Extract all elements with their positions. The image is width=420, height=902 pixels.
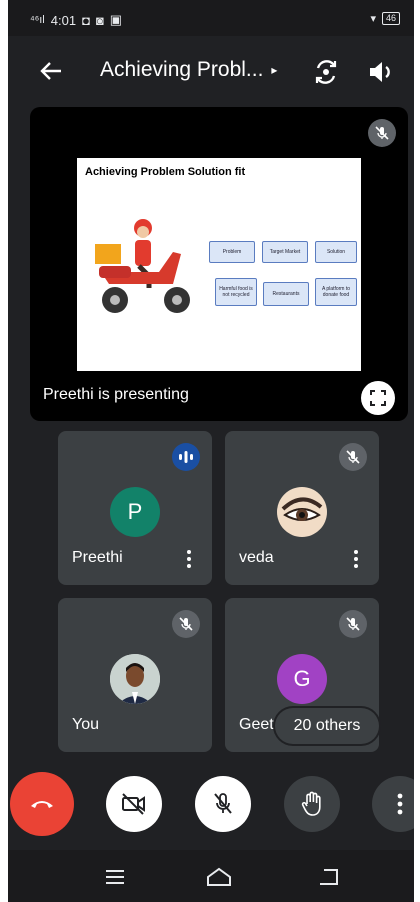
more-options-button[interactable] bbox=[372, 776, 414, 832]
status-bar: ⁴⁶ıl 4:01 ◘ ◙ ▣ ▾ 46 bbox=[8, 0, 414, 36]
shared-slide: Achieving Problem Solution fit Problem T… bbox=[77, 158, 361, 371]
arrow-back-icon bbox=[40, 62, 61, 80]
back-nav-button[interactable] bbox=[314, 864, 344, 890]
back-nav-icon bbox=[320, 869, 338, 885]
presenter-mic-off-badge bbox=[368, 119, 396, 147]
mic-off-icon bbox=[375, 126, 389, 140]
delivery-scooter-image bbox=[95, 219, 190, 313]
end-call-button[interactable] bbox=[10, 772, 74, 836]
audio-output-button[interactable] bbox=[364, 56, 396, 88]
end-call-icon bbox=[31, 801, 53, 808]
whatsapp-icon: ◙ bbox=[95, 12, 104, 28]
back-button[interactable] bbox=[36, 56, 66, 86]
more-options-button[interactable] bbox=[182, 547, 196, 571]
fullscreen-button[interactable] bbox=[361, 381, 395, 415]
cast-icon: ◘ bbox=[82, 12, 90, 28]
avatar: P bbox=[110, 487, 160, 537]
phone-screen: ⁴⁶ıl 4:01 ◘ ◙ ▣ ▾ 46 Achieving Probl... … bbox=[8, 0, 414, 902]
meeting-title-button[interactable]: Achieving Probl... ▸ bbox=[100, 58, 277, 82]
signal-indicator: ⁴⁶ıl bbox=[30, 14, 45, 26]
speaking-indicator bbox=[172, 443, 200, 471]
participant-tile-preethi[interactable]: P Preethi bbox=[58, 431, 212, 585]
slide-box-target-market: Target Market bbox=[262, 241, 308, 263]
mic-off-badge bbox=[339, 443, 367, 471]
caret-right-icon: ▸ bbox=[271, 63, 278, 77]
wifi-icon: ▾ bbox=[370, 13, 376, 25]
more-vert-icon bbox=[397, 793, 403, 815]
meeting-title: Achieving Probl... bbox=[100, 58, 264, 81]
participant-name: Geet bbox=[239, 716, 274, 733]
presentation-tile[interactable]: Achieving Problem Solution fit Problem T… bbox=[30, 107, 408, 421]
slide-box-market-detail: Restaurants bbox=[263, 282, 309, 306]
fullscreen-icon bbox=[370, 390, 386, 406]
presenting-label: Preethi is presenting bbox=[43, 386, 189, 403]
mic-off-icon bbox=[179, 617, 193, 631]
person-photo bbox=[110, 654, 160, 704]
home-button[interactable] bbox=[204, 864, 234, 890]
raise-hand-button[interactable] bbox=[284, 776, 340, 832]
notification-icon: ▣ bbox=[109, 12, 123, 27]
camera-toggle-button[interactable] bbox=[106, 776, 162, 832]
participant-tile-veda[interactable]: veda bbox=[225, 431, 379, 585]
mic-off-icon bbox=[214, 793, 232, 814]
call-controls bbox=[8, 770, 414, 836]
others-count-button[interactable]: 20 others bbox=[275, 708, 379, 744]
mic-off-icon bbox=[346, 450, 360, 464]
participant-name: veda bbox=[239, 549, 274, 566]
home-icon bbox=[207, 867, 231, 886]
menu-icon bbox=[106, 870, 124, 884]
hand-icon bbox=[301, 791, 321, 816]
avatar bbox=[277, 487, 327, 537]
switch-camera-icon bbox=[315, 60, 337, 84]
status-time: 4:01 bbox=[50, 12, 77, 28]
participant-name: You bbox=[72, 716, 99, 733]
slide-box-problem-detail: Harmful food is not recycled bbox=[215, 278, 257, 306]
slide-box-solution-detail: A platform to donate food bbox=[315, 278, 357, 306]
participant-name: Preethi bbox=[72, 549, 123, 566]
audio-level-icon bbox=[179, 451, 193, 463]
more-options-button[interactable] bbox=[349, 547, 363, 571]
mic-off-badge bbox=[172, 610, 200, 638]
mic-toggle-button[interactable] bbox=[195, 776, 251, 832]
eye-image bbox=[281, 497, 323, 521]
speaker-icon bbox=[370, 62, 390, 82]
battery-icon: 46 bbox=[381, 12, 400, 25]
system-nav-bar bbox=[8, 850, 414, 902]
participant-tile-you[interactable]: You bbox=[58, 598, 212, 752]
camera-off-icon bbox=[122, 793, 145, 815]
avatar bbox=[110, 654, 160, 704]
slide-title: Achieving Problem Solution fit bbox=[85, 166, 246, 178]
recents-button[interactable] bbox=[100, 864, 130, 890]
app-bar: Achieving Probl... ▸ bbox=[8, 36, 414, 106]
avatar: G bbox=[277, 654, 327, 704]
mic-off-icon bbox=[346, 617, 360, 631]
mic-off-badge bbox=[339, 610, 367, 638]
slide-box-problem: Problem bbox=[209, 241, 255, 263]
slide-box-solution: Solution bbox=[315, 241, 357, 263]
switch-camera-button[interactable] bbox=[310, 56, 342, 88]
